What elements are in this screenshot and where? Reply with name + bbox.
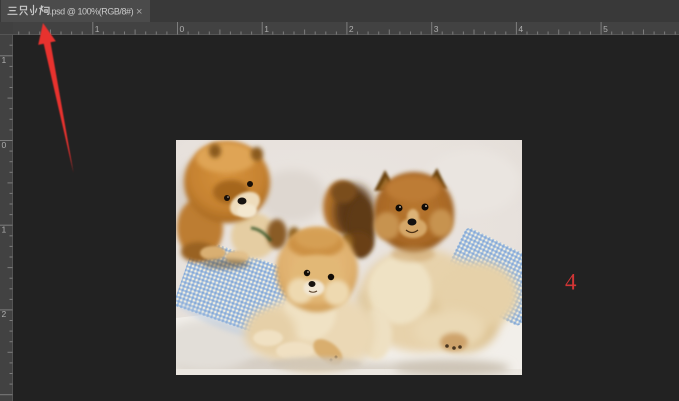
svg-text:2: 2	[349, 24, 354, 34]
svg-text:4: 4	[518, 24, 523, 34]
svg-text:2: 2	[2, 309, 7, 319]
svg-text:3: 3	[434, 24, 439, 34]
svg-text:5: 5	[603, 24, 608, 34]
svg-text:1: 1	[264, 24, 269, 34]
svg-text:1: 1	[95, 24, 100, 34]
svg-text:0: 0	[180, 24, 185, 34]
svg-text:1: 1	[2, 55, 7, 65]
svg-text:0: 0	[2, 140, 7, 150]
svg-text:.psd @ 100%(RGB/8#): .psd @ 100%(RGB/8#)	[50, 7, 134, 17]
svg-text:×: ×	[136, 6, 142, 18]
svg-text:1: 1	[2, 225, 7, 235]
svg-text:4: 4	[565, 270, 577, 295]
